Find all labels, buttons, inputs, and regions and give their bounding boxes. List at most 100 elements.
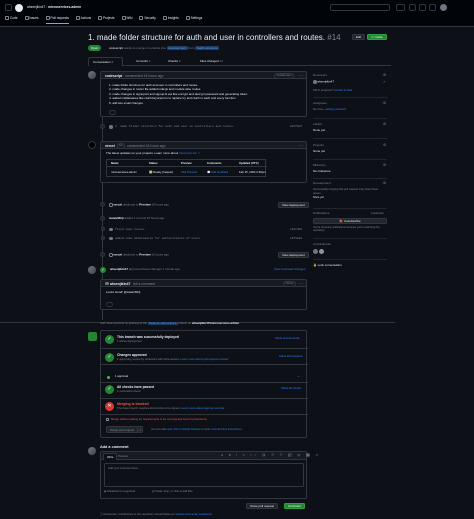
customize-link[interactable]: Customize xyxy=(371,212,384,216)
chevron-down-icon[interactable]: ⌄ xyxy=(297,374,300,379)
reviewer-avatar[interactable] xyxy=(88,266,96,274)
labels-value: None yet xyxy=(313,128,326,132)
tab-write[interactable]: Write xyxy=(103,453,118,460)
inbox-icon[interactable] xyxy=(429,4,436,11)
open-desktop-link[interactable]: open this in GitHub Desktop xyxy=(167,428,200,431)
menu-icon[interactable] xyxy=(5,4,12,11)
repo-name-link[interactable]: microservices-admin xyxy=(48,5,81,9)
commit-author-avatar[interactable] xyxy=(109,227,113,231)
nav-insights[interactable]: Insights xyxy=(162,16,179,24)
unsubscribe-button[interactable]: 🔕 Unsubscribe xyxy=(313,218,387,224)
gear-icon[interactable]: ⚙ xyxy=(383,181,386,186)
merge-dropdown-icon[interactable]: ▾ xyxy=(136,428,143,432)
commit-message[interactable]: fixed some issues xyxy=(115,228,145,232)
comment-author[interactable]: codescript xyxy=(105,74,122,78)
nav-security[interactable]: Security xyxy=(139,16,156,24)
user-avatar[interactable] xyxy=(440,4,447,11)
commit-author-avatar[interactable] xyxy=(109,125,113,129)
pr-icon xyxy=(45,16,50,21)
participant-avatar[interactable] xyxy=(318,249,324,254)
kebab-menu-icon[interactable]: ··· xyxy=(299,281,303,286)
view-deployment-button[interactable]: View deployment xyxy=(278,252,309,258)
bypass-label[interactable]: Merge without waiting for requirements t… xyxy=(111,417,207,422)
github-logo-icon[interactable] xyxy=(15,4,23,12)
review-author[interactable]: ahsenjikin47 xyxy=(110,282,130,286)
formatting-toolbar-icons[interactable]: H B I ≡ <> ⛓ ☰ ☷ ☑ @ ↗ ↺ xyxy=(221,453,320,458)
search-box[interactable] xyxy=(330,4,390,11)
kebab-menu-icon[interactable]: ··· xyxy=(299,73,303,78)
command-line-link[interactable]: command line instructions xyxy=(211,428,242,431)
reviewers-label[interactable]: Reviewers xyxy=(313,73,327,78)
author-avatar[interactable] xyxy=(88,71,96,79)
tab-commits[interactable]: Commits 2 xyxy=(136,57,150,66)
my-avatar[interactable] xyxy=(88,447,96,455)
reaction-button[interactable] xyxy=(109,110,116,115)
gear-icon[interactable]: ⚙ xyxy=(383,101,386,106)
visit-preview-link[interactable]: Visit Preview xyxy=(181,170,197,175)
kebab-menu-icon[interactable]: ··· xyxy=(299,143,303,148)
head-branch[interactable]: feat/1-structure xyxy=(195,46,220,50)
commit-hash[interactable]: a5f3a82 xyxy=(290,237,302,241)
labels-label[interactable]: Labels xyxy=(313,122,322,127)
milestone-label[interactable]: Milestone xyxy=(313,163,326,168)
edit-button[interactable]: Edit xyxy=(352,34,366,40)
tab-checks[interactable]: Checks 0 xyxy=(168,57,181,66)
assign-yourself-link[interactable]: assign yourself xyxy=(326,107,346,111)
vercel-git-link[interactable]: Vercel for Git ↗ xyxy=(179,151,200,155)
hint-branch[interactable]: feat/1-structure xyxy=(147,322,178,325)
divider xyxy=(313,238,387,239)
gear-icon[interactable]: ⚙ xyxy=(383,73,386,78)
show-environments-link[interactable]: Show environments xyxy=(275,336,300,341)
nav-actions[interactable]: Actions xyxy=(75,16,91,24)
convert-draft-link[interactable]: Convert to draft xyxy=(334,89,353,92)
participant-avatar[interactable] xyxy=(313,249,318,254)
divider xyxy=(313,178,387,179)
vercel-avatar[interactable] xyxy=(88,141,96,149)
comment-textarea[interactable]: Add your comment here... xyxy=(104,463,304,487)
nav-pull-requests[interactable]: Pull requests xyxy=(45,16,69,25)
merge-pull-request-button[interactable]: Merge pull request xyxy=(107,428,137,432)
bypass-checkbox[interactable] xyxy=(106,418,109,421)
projects-label[interactable]: Projects xyxy=(313,143,324,148)
nav-code[interactable]: Code xyxy=(5,16,18,24)
nav-projects[interactable]: Projects xyxy=(98,16,115,24)
gear-icon[interactable]: ⚙ xyxy=(383,122,386,127)
nav-issues[interactable]: Issues xyxy=(24,16,39,24)
tab-preview[interactable]: Preview xyxy=(118,454,128,459)
vercel-name[interactable]: vercel xyxy=(105,144,115,148)
base-branch[interactable]: development xyxy=(166,46,188,50)
view-deployment-button[interactable]: View deployment xyxy=(278,202,309,208)
show-all-reviewers-link[interactable]: Show all reviewers xyxy=(279,354,302,359)
issues-icon[interactable] xyxy=(409,4,416,11)
plus-icon[interactable] xyxy=(396,4,405,11)
community-guidelines-link[interactable]: GitHub Community Guidelines xyxy=(175,513,211,516)
attach-files[interactable]: ▨ Paste, drop, or click to add files xyxy=(152,490,193,494)
nav-wiki[interactable]: Wiki xyxy=(121,16,132,24)
show-all-checks-link[interactable]: Show all checks xyxy=(281,386,301,391)
commit-hash[interactable]: e10c3b0 xyxy=(290,228,302,232)
comment-button[interactable]: Comment xyxy=(284,503,306,509)
development-label[interactable]: Development xyxy=(313,181,331,186)
pr-author[interactable]: codescript xyxy=(109,46,123,50)
commit-author-avatar[interactable] xyxy=(109,236,113,240)
assignees-label[interactable]: Assignees xyxy=(313,101,327,106)
reaction-button[interactable] xyxy=(106,302,113,307)
tab-conversation[interactable]: Conversation 3 xyxy=(88,57,123,66)
commit-hash[interactable]: 0d7f0c5 xyxy=(290,125,302,129)
close-pull-request-button[interactable]: Close pull request xyxy=(246,503,279,509)
nav-settings[interactable]: Settings xyxy=(185,16,202,24)
gear-icon[interactable]: ⚙ xyxy=(383,143,386,148)
graph-icon xyxy=(162,16,167,21)
commit-message[interactable]: 1. made folder structure for auth and us… xyxy=(115,125,235,129)
view-reviewed-changes-link[interactable]: View reviewed changes xyxy=(274,267,305,272)
repo-owner-link[interactable]: ahsenjikin47 xyxy=(27,5,45,9)
gear-icon[interactable]: ⚙ xyxy=(383,163,386,168)
divider xyxy=(313,208,387,209)
hint-repo[interactable]: ahsenjikin47/microservices-admin xyxy=(192,321,239,325)
tab-files-changed[interactable]: Files changed 12 xyxy=(200,57,223,66)
code-button[interactable]: <> Code xyxy=(367,34,387,40)
add-feedback-link[interactable]: 💬 Add feedback xyxy=(207,170,228,175)
lock-conversation-link[interactable]: 🔒 Lock conversation xyxy=(313,263,342,268)
commit-message[interactable]: added some middlewares for authorization… xyxy=(115,237,200,241)
pull-requests-icon[interactable] xyxy=(419,4,426,11)
